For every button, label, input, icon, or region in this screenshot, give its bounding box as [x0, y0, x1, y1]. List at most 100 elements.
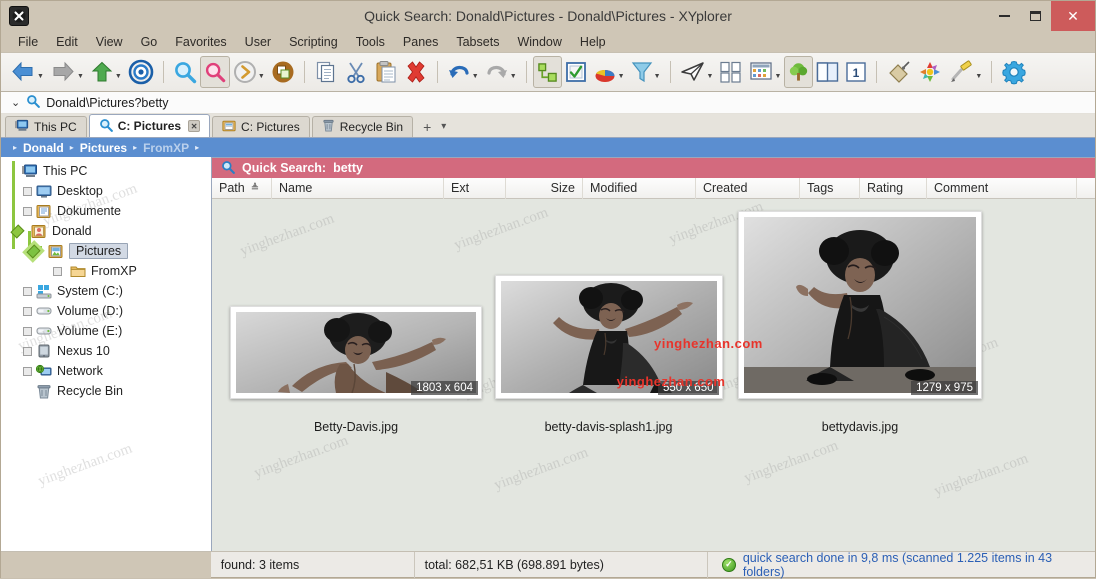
- maximize-button[interactable]: [1020, 1, 1051, 31]
- menu-panes[interactable]: Panes: [394, 33, 447, 51]
- forward-button[interactable]: ▼: [47, 56, 87, 88]
- undo-dropdown-icon[interactable]: ▼: [472, 73, 479, 80]
- menu-tabsets[interactable]: Tabsets: [447, 33, 508, 51]
- tree-expander[interactable]: [53, 267, 62, 276]
- paste-button[interactable]: [371, 56, 401, 88]
- address-input[interactable]: Donald\Pictures?betty: [46, 96, 168, 110]
- send-dropdown-icon[interactable]: ▼: [707, 73, 714, 80]
- menu-go[interactable]: Go: [132, 33, 167, 51]
- filter-dropdown-icon[interactable]: ▼: [654, 73, 661, 80]
- copy-button[interactable]: [311, 56, 341, 88]
- menu-favorites[interactable]: Favorites: [166, 33, 235, 51]
- thumbnail-item[interactable]: 1279 x 975 bettydavis.jpg: [735, 199, 985, 434]
- filter-button[interactable]: ▼: [628, 56, 664, 88]
- menu-tools[interactable]: Tools: [347, 33, 394, 51]
- menu-user[interactable]: User: [236, 33, 280, 51]
- up-button[interactable]: ▼: [87, 56, 125, 88]
- target-button[interactable]: [125, 56, 157, 88]
- tab-this-pc[interactable]: This PC: [5, 116, 87, 137]
- address-dropdown-icon[interactable]: ⌄: [11, 96, 20, 109]
- tree-item-volume-d[interactable]: Volume (D:): [1, 301, 211, 321]
- tab-menu-button[interactable]: ▾: [441, 121, 446, 132]
- checkbox-select-button[interactable]: [562, 56, 590, 88]
- up-dropdown-icon[interactable]: ▼: [115, 73, 122, 80]
- tree-expander[interactable]: [23, 207, 32, 216]
- menu-file[interactable]: File: [9, 33, 47, 51]
- column-header-size[interactable]: Size: [506, 178, 583, 199]
- duplicate-button[interactable]: [268, 56, 298, 88]
- add-tab-button[interactable]: +: [423, 119, 431, 135]
- tree-expander[interactable]: [23, 387, 32, 396]
- thumbnails-view-button[interactable]: [716, 56, 746, 88]
- menu-edit[interactable]: Edit: [47, 33, 87, 51]
- menu-help[interactable]: Help: [571, 33, 615, 51]
- tree-item-recycle-bin[interactable]: Recycle Bin: [1, 381, 211, 401]
- report-button[interactable]: ▼: [590, 56, 628, 88]
- menu-scripting[interactable]: Scripting: [280, 33, 347, 51]
- tree-expander[interactable]: [23, 327, 32, 336]
- run-search-dropdown-icon[interactable]: ▼: [258, 73, 265, 80]
- tab-recycle-bin[interactable]: Recycle Bin: [312, 116, 413, 137]
- undo-button[interactable]: ▼: [444, 56, 482, 88]
- tree-expander[interactable]: [23, 307, 32, 316]
- branch-view-button[interactable]: [533, 56, 562, 88]
- tree-item-nexus-10[interactable]: Nexus 10: [1, 341, 211, 361]
- column-header-rating[interactable]: Rating: [860, 178, 927, 199]
- menu-view[interactable]: View: [87, 33, 132, 51]
- tree-item-donald[interactable]: Donald: [1, 221, 211, 241]
- thumbnail-frame[interactable]: 1803 x 604: [230, 306, 482, 399]
- tree-item-system-c[interactable]: System (C:): [1, 281, 211, 301]
- tree-expander[interactable]: [23, 367, 32, 376]
- column-header-path[interactable]: Path ≜: [212, 178, 272, 199]
- single-pane-button[interactable]: 1: [842, 56, 870, 88]
- details-view-button[interactable]: ▼: [746, 56, 784, 88]
- find-files-button[interactable]: [170, 56, 200, 88]
- forward-dropdown-icon[interactable]: ▼: [77, 73, 84, 80]
- run-search-button[interactable]: ▼: [230, 56, 268, 88]
- redo-button[interactable]: ▼: [482, 56, 520, 88]
- report-dropdown-icon[interactable]: ▼: [618, 73, 625, 80]
- column-header-name[interactable]: Name: [272, 178, 444, 199]
- tree-item-volume-e[interactable]: Volume (E:): [1, 321, 211, 341]
- breadcrumb-item-pictures[interactable]: Pictures: [76, 141, 131, 155]
- tree-item-pictures[interactable]: Pictures: [1, 241, 211, 261]
- paper-plane-button[interactable]: ▼: [677, 56, 717, 88]
- dual-pane-button[interactable]: [813, 56, 842, 88]
- tree-item-this-pc[interactable]: This PC: [1, 161, 211, 181]
- tree-item-network[interactable]: Network: [1, 361, 211, 381]
- cut-button[interactable]: [341, 56, 371, 88]
- address-bar[interactable]: ⌄ Donald\Pictures?betty: [1, 92, 1095, 114]
- close-button[interactable]: ✕: [1051, 1, 1095, 31]
- back-button[interactable]: ▼: [7, 56, 47, 88]
- thumbnail-item[interactable]: 1803 x 604 Betty-Davis.jpg: [230, 199, 482, 434]
- breadcrumb-item-fromxp[interactable]: FromXP: [139, 141, 193, 155]
- tag-button[interactable]: [883, 56, 915, 88]
- tab-c-pictures[interactable]: C: Pictures: [212, 116, 310, 137]
- color-filter-button[interactable]: [915, 56, 945, 88]
- tree-item-dokumente[interactable]: Dokumente: [1, 201, 211, 221]
- redo-dropdown-icon[interactable]: ▼: [510, 73, 517, 80]
- column-header-created[interactable]: Created: [696, 178, 800, 199]
- thumbnail-frame[interactable]: 550 x 650 yinghezhan.com: [495, 275, 723, 399]
- breadcrumb-item-donald[interactable]: Donald: [19, 141, 68, 155]
- paint-roller-button[interactable]: ▼: [945, 56, 985, 88]
- details-dropdown-icon[interactable]: ▼: [774, 73, 781, 80]
- thumbnail-frame[interactable]: 1279 x 975: [738, 211, 982, 399]
- column-header-tags[interactable]: Tags: [800, 178, 860, 199]
- back-dropdown-icon[interactable]: ▼: [37, 73, 44, 80]
- column-header-modified[interactable]: Modified: [583, 178, 696, 199]
- delete-button[interactable]: [401, 56, 431, 88]
- tab-close-icon[interactable]: ✕: [188, 120, 200, 132]
- tree-item-fromxp[interactable]: FromXP: [1, 261, 211, 281]
- column-header-comment[interactable]: Comment: [927, 178, 1077, 199]
- column-header-ext[interactable]: Ext: [444, 178, 506, 199]
- configuration-button[interactable]: [998, 56, 1030, 88]
- quick-search-button[interactable]: [200, 56, 230, 88]
- minimize-button[interactable]: [989, 1, 1020, 31]
- thumbnail-item[interactable]: 550 x 650 yinghezhan.com betty-davis-spl…: [482, 199, 735, 434]
- tree-item-desktop[interactable]: Desktop: [1, 181, 211, 201]
- tree-expander[interactable]: [23, 187, 32, 196]
- paint-dropdown-icon[interactable]: ▼: [975, 73, 982, 80]
- tree-expander[interactable]: [23, 347, 32, 356]
- tab-c-pictures-search[interactable]: C: Pictures ✕: [89, 114, 210, 137]
